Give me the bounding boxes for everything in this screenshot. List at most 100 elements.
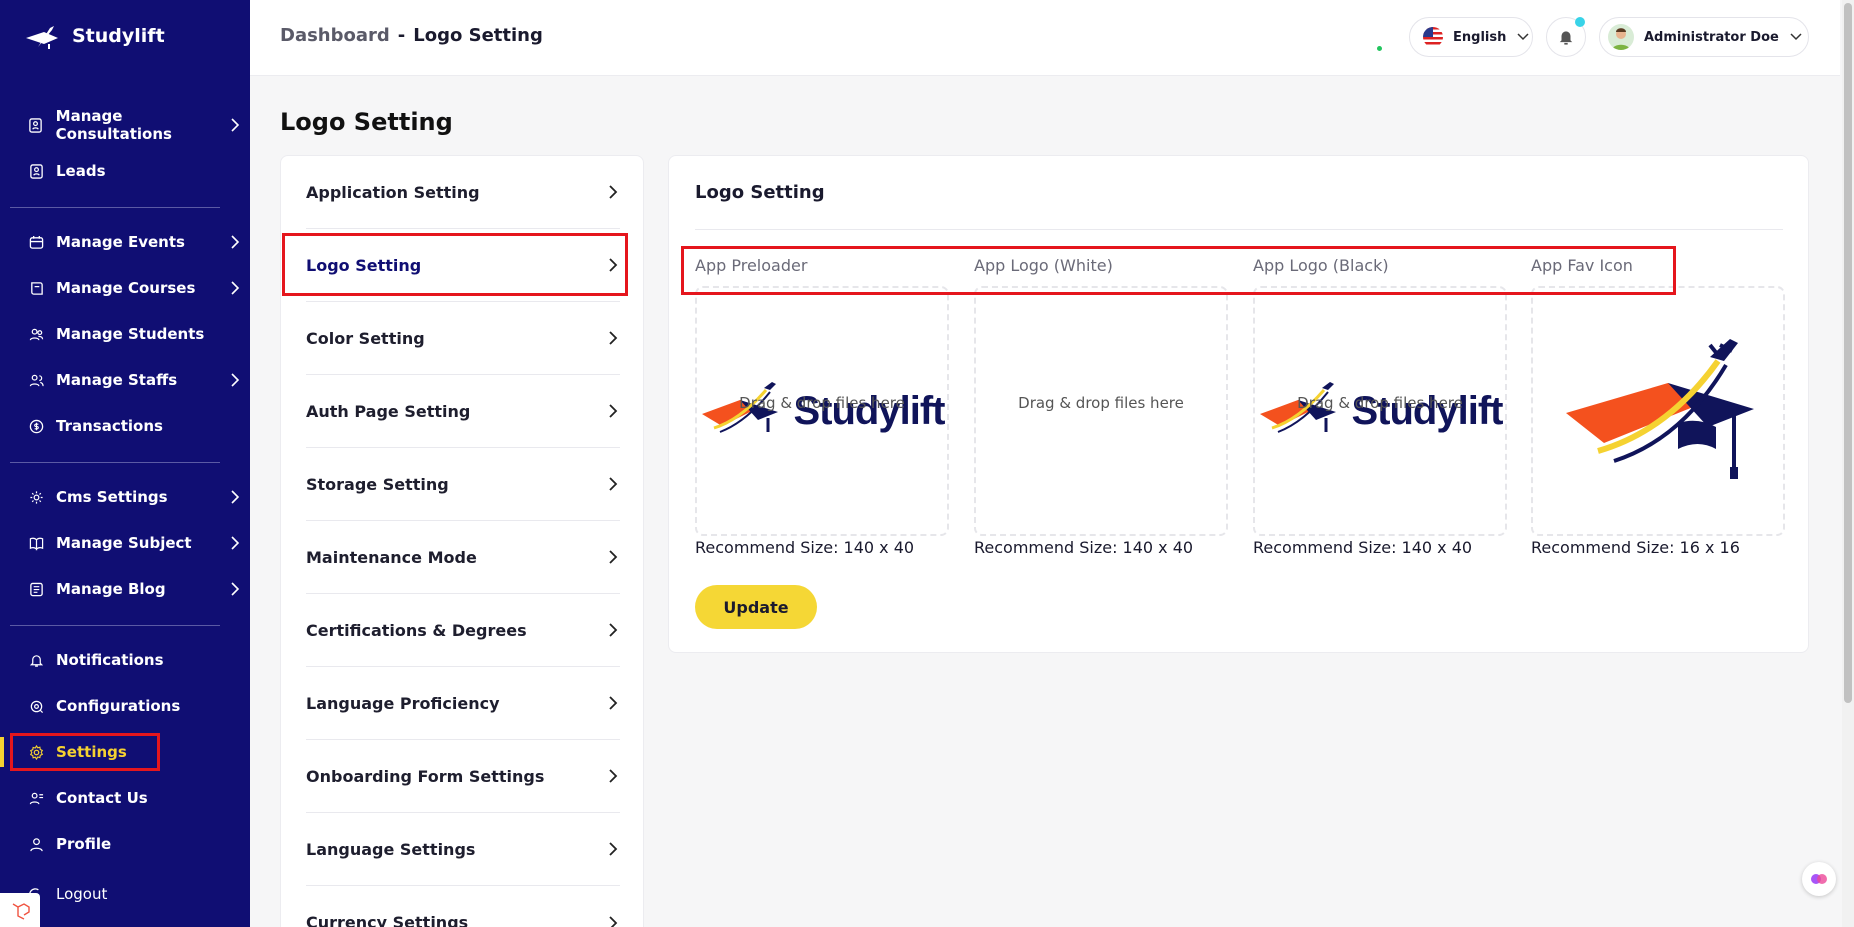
sidebar-item-label: Manage Students bbox=[56, 325, 205, 343]
brand-logo-icon bbox=[26, 26, 58, 49]
sidebar-item-manage-courses[interactable]: Manage Courses bbox=[28, 273, 240, 303]
settings-menu-label: Auth Page Setting bbox=[306, 401, 471, 421]
chevron-right-icon bbox=[609, 842, 618, 856]
sidebar-item-label: Profile bbox=[56, 835, 112, 853]
brain-icon bbox=[1811, 874, 1827, 884]
settings-menu-item-language-proficiency[interactable]: Language Proficiency bbox=[306, 667, 620, 740]
sidebar-item-transactions[interactable]: Transactions bbox=[28, 411, 240, 441]
cms-icon bbox=[28, 489, 44, 505]
avatar bbox=[1608, 24, 1634, 50]
sidebar-item-label: Manage Events bbox=[56, 233, 185, 251]
sidebar-item-label: Cms Settings bbox=[56, 488, 168, 506]
sidebar-item-label: Manage Courses bbox=[56, 279, 196, 297]
page-scrollbar[interactable] bbox=[1842, 0, 1854, 927]
active-indicator bbox=[0, 737, 4, 767]
page-title: Logo Setting bbox=[280, 108, 453, 136]
chevron-right-icon bbox=[609, 185, 618, 199]
sidebar-item-configurations[interactable]: Configurations bbox=[28, 691, 240, 721]
chevron-right-icon bbox=[231, 235, 240, 249]
highlight-settings-annotation bbox=[10, 733, 160, 771]
breadcrumb-separator: - bbox=[397, 25, 406, 46]
chevron-right-icon bbox=[609, 331, 618, 345]
settings-menu-label: Maintenance Mode bbox=[306, 547, 477, 567]
settings-menu-label: Language Settings bbox=[306, 839, 476, 859]
logo-setting-panel: Logo Setting App Preloader Drag & drop f… bbox=[668, 155, 1809, 653]
book-icon bbox=[28, 280, 44, 296]
sidebar-item-label: Transactions bbox=[56, 417, 163, 435]
settings-menu-item-auth-page[interactable]: Auth Page Setting bbox=[306, 375, 620, 448]
user-badge-icon bbox=[28, 163, 44, 179]
dropzone-hint: Drag & drop files here bbox=[1018, 394, 1184, 412]
sidebar-item-manage-students[interactable]: Manage Students bbox=[28, 319, 240, 349]
settings-menu-item-language[interactable]: Language Settings bbox=[306, 813, 620, 886]
sidebar-item-profile[interactable]: Profile bbox=[28, 829, 240, 859]
dropzone-hint: Drag & drop files here bbox=[1297, 394, 1463, 412]
highlight-upload-labels-annotation bbox=[681, 246, 1676, 295]
settings-menu-item-storage[interactable]: Storage Setting bbox=[306, 448, 620, 521]
recommend-size-app-preloader: Recommend Size: 140 x 40 bbox=[695, 538, 915, 557]
sidebar-item-notifications[interactable]: Notifications bbox=[28, 645, 240, 675]
chevron-down-icon bbox=[1517, 33, 1529, 41]
chevron-right-icon bbox=[231, 281, 240, 295]
sidebar-item-cms-settings[interactable]: Cms Settings bbox=[28, 482, 240, 512]
notification-dot bbox=[1575, 17, 1585, 27]
sidebar-item-manage-staffs[interactable]: Manage Staffs bbox=[28, 365, 240, 395]
sidebar-item-label: Manage Blog bbox=[56, 580, 166, 598]
sidebar-item-manage-events[interactable]: Manage Events bbox=[28, 227, 240, 257]
dropzone-app-logo-white[interactable]: Drag & drop files here Studylift bbox=[974, 286, 1228, 536]
sidebar-item-logout[interactable]: Logout bbox=[28, 879, 240, 909]
sidebar-item-manage-consultations[interactable]: Manage Consultations bbox=[28, 107, 240, 143]
settings-menu-item-certifications[interactable]: Certifications & Degrees bbox=[306, 594, 620, 667]
language-label: English bbox=[1453, 29, 1507, 45]
panel-title: Logo Setting bbox=[695, 182, 825, 203]
studylift-favicon-image bbox=[1566, 339, 1754, 479]
students-icon bbox=[28, 326, 44, 342]
sidebar-item-contact-us[interactable]: Contact Us bbox=[28, 783, 240, 813]
settings-menu-label: Storage Setting bbox=[306, 474, 449, 494]
settings-menu-label: Certifications & Degrees bbox=[306, 620, 527, 640]
user-menu[interactable]: Administrator Doe bbox=[1599, 17, 1809, 57]
user-icon bbox=[28, 836, 44, 852]
framework-badge-button[interactable] bbox=[0, 893, 40, 927]
sidebar: Studylift Manage Consultations Leads Man… bbox=[0, 0, 250, 927]
chevron-right-icon bbox=[231, 490, 240, 504]
sidebar-item-label: Notifications bbox=[56, 651, 164, 669]
breadcrumb-current: Logo Setting bbox=[413, 25, 543, 46]
sidebar-item-label: Leads bbox=[56, 162, 106, 180]
scrollbar-thumb[interactable] bbox=[1844, 3, 1852, 703]
brand[interactable]: Studylift bbox=[24, 20, 165, 52]
settings-menu-item-maintenance[interactable]: Maintenance Mode bbox=[306, 521, 620, 594]
update-button[interactable]: Update bbox=[695, 585, 817, 629]
settings-menu-item-currency[interactable]: Currency Settings bbox=[306, 886, 620, 927]
chevron-down-icon bbox=[1790, 33, 1802, 41]
settings-menu-item-onboarding[interactable]: Onboarding Form Settings bbox=[306, 740, 620, 813]
assistant-floating-button[interactable] bbox=[1802, 862, 1836, 896]
settings-menu-label: Application Setting bbox=[306, 182, 480, 202]
chevron-right-icon bbox=[609, 623, 618, 637]
laravel-icon bbox=[12, 903, 30, 920]
chevron-right-icon bbox=[609, 550, 618, 564]
online-status-dot bbox=[1375, 44, 1384, 53]
recommend-size-app-logo-black: Recommend Size: 140 x 40 bbox=[1253, 538, 1473, 557]
calendar-icon bbox=[28, 234, 44, 250]
sidebar-item-leads[interactable]: Leads bbox=[28, 156, 240, 186]
dropzone-hint: Drag & drop files here bbox=[739, 394, 905, 412]
dropzone-app-logo-black[interactable]: Drag & drop files here Studylift bbox=[1253, 286, 1507, 536]
settings-menu-item-application[interactable]: Application Setting bbox=[306, 156, 620, 229]
settings-menu-label: Currency Settings bbox=[306, 913, 469, 927]
highlight-logo-setting-annotation bbox=[282, 233, 628, 296]
language-selector[interactable]: English bbox=[1409, 17, 1533, 57]
dropzone-app-fav-icon[interactable] bbox=[1531, 286, 1785, 536]
chevron-right-icon bbox=[609, 477, 618, 491]
user-badge-icon bbox=[28, 117, 44, 133]
dropzone-app-preloader[interactable]: Drag & drop files here Studylift bbox=[695, 286, 949, 536]
breadcrumb-dashboard[interactable]: Dashboard bbox=[280, 25, 390, 46]
sidebar-divider bbox=[10, 462, 220, 463]
settings-menu-item-color[interactable]: Color Setting bbox=[306, 302, 620, 375]
recommend-size-app-logo-white: Recommend Size: 140 x 40 bbox=[974, 538, 1194, 557]
sidebar-item-label: Manage Consultations bbox=[55, 107, 172, 143]
sidebar-item-manage-blog[interactable]: Manage Blog bbox=[28, 574, 240, 604]
sidebar-item-manage-subject[interactable]: Manage Subject bbox=[28, 528, 240, 558]
breadcrumb: Dashboard - Logo Setting bbox=[280, 25, 543, 46]
recommend-size-app-fav-icon: Recommend Size: 16 x 16 bbox=[1531, 538, 1740, 557]
